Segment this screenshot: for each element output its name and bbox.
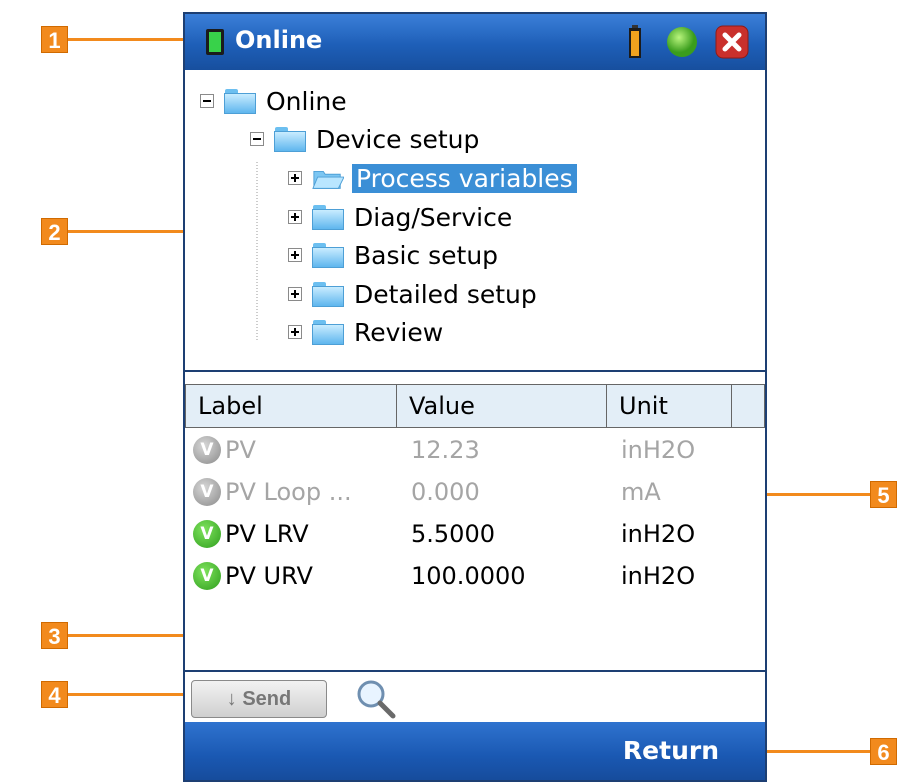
expand-icon[interactable] — [288, 210, 302, 224]
tree-label: Review — [354, 317, 444, 347]
table-row[interactable]: V PV 12.23 inH2O — [185, 432, 765, 472]
row-label: PV Loop ... — [225, 478, 352, 506]
table-row[interactable]: V PV URV 100.0000 inH2O — [185, 558, 765, 598]
expand-icon[interactable] — [288, 248, 302, 262]
expand-icon[interactable] — [288, 287, 302, 301]
device-screen: Online Online Device setup Process varia… — [183, 12, 767, 782]
callout-6: 6 — [870, 738, 897, 765]
tree-label-selected: Process variables — [352, 163, 577, 193]
row-label: PV — [225, 436, 256, 464]
battery-icon — [629, 25, 641, 58]
send-label: Send — [242, 688, 292, 710]
tree-node-process-variables[interactable]: Process variables — [288, 161, 577, 195]
title-bar: Online — [185, 14, 765, 70]
tree-label: Online — [266, 86, 347, 116]
folder-icon — [224, 88, 256, 114]
device-menu-tree: Online Device setup Process variables Di… — [185, 70, 765, 372]
row-value: 0.000 — [411, 478, 480, 506]
column-header-label[interactable]: Label — [185, 384, 397, 428]
variables-table: Label Value Unit V PV 12.23 inH2O V PV L… — [185, 384, 765, 670]
tree-node-basic-setup[interactable]: Basic setup — [288, 238, 498, 272]
folder-icon — [312, 319, 344, 345]
variable-status-icon: V — [193, 520, 221, 548]
bottom-bar: Return — [185, 722, 765, 780]
tree-label: Detailed setup — [354, 279, 537, 309]
row-label: PV URV — [225, 562, 313, 590]
table-row[interactable]: V PV Loop ... 0.000 mA — [185, 474, 765, 514]
row-unit: inH2O — [621, 436, 696, 464]
row-label: PV LRV — [225, 520, 309, 548]
window-title: Online — [235, 26, 323, 54]
send-button[interactable]: ↓ Send — [191, 680, 327, 718]
tree-label: Diag/Service — [354, 202, 513, 232]
folder-icon — [274, 126, 306, 152]
callout-line-4 — [68, 693, 190, 696]
variable-status-icon: V — [193, 562, 221, 590]
callout-3: 3 — [41, 622, 68, 649]
connection-status-icon — [667, 27, 697, 57]
row-unit: mA — [621, 478, 661, 506]
search-icon[interactable] — [355, 678, 397, 720]
collapse-icon[interactable] — [250, 132, 264, 146]
column-header-unit[interactable]: Unit — [606, 384, 732, 428]
down-arrow-icon: ↓ — [226, 688, 243, 710]
tree-label: Device setup — [316, 124, 480, 154]
device-status-icon — [206, 29, 224, 55]
action-toolbar: ↓ Send — [185, 670, 765, 724]
callout-1: 1 — [41, 26, 68, 53]
tree-node-detailed-setup[interactable]: Detailed setup — [288, 277, 537, 311]
tree-node-review[interactable]: Review — [288, 315, 443, 349]
column-header-spacer — [731, 384, 765, 428]
return-button[interactable]: Return — [623, 736, 719, 765]
tree-node-diag-service[interactable]: Diag/Service — [288, 200, 512, 234]
tree-node-device-setup[interactable]: Device setup — [250, 122, 479, 156]
row-value: 100.0000 — [411, 562, 526, 590]
column-header-value[interactable]: Value — [396, 384, 607, 428]
folder-icon — [312, 242, 344, 268]
row-value: 5.5000 — [411, 520, 495, 548]
open-folder-icon — [312, 170, 344, 189]
expand-icon[interactable] — [288, 325, 302, 339]
tree-label: Basic setup — [354, 240, 499, 270]
variable-status-icon: V — [193, 478, 221, 506]
row-unit: inH2O — [621, 562, 696, 590]
row-unit: inH2O — [621, 520, 696, 548]
row-value: 12.23 — [411, 436, 480, 464]
collapse-icon[interactable] — [200, 94, 214, 108]
callout-4: 4 — [41, 681, 68, 708]
callout-2: 2 — [41, 218, 68, 245]
expand-icon[interactable] — [288, 171, 302, 185]
close-icon[interactable] — [715, 25, 749, 59]
table-row[interactable]: V PV LRV 5.5000 inH2O — [185, 516, 765, 556]
folder-icon — [312, 204, 344, 230]
callout-5: 5 — [870, 481, 897, 508]
variable-status-icon: V — [193, 436, 221, 464]
tree-node-online[interactable]: Online — [200, 84, 347, 118]
folder-icon — [312, 281, 344, 307]
